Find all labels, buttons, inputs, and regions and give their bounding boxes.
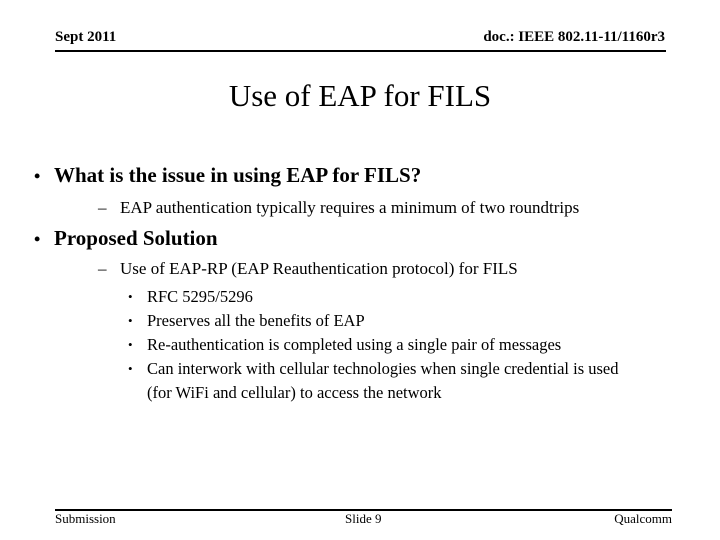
slide-title: Use of EAP for FILS: [228, 78, 492, 113]
footer-submission: Submission: [55, 511, 116, 526]
bullet-level2-eap-rp: – Use of EAP-RP (EAP Reauthentication pro…: [98, 259, 518, 279]
header-divider: [55, 50, 666, 52]
bullet-text: Re-authentication is completed using a s…: [147, 335, 562, 354]
bullet-text: Can interwork with cellular technologies…: [147, 359, 619, 402]
bullet-text: RFC 5295/5296: [147, 287, 253, 306]
bullet-level2-roundtrips: – EAP authentication typically requires a…: [98, 198, 579, 218]
bullet-text: Proposed Solution: [54, 226, 218, 250]
dash-icon: –: [98, 259, 107, 278]
bullet-icon: •: [128, 337, 133, 352]
footer-company: Qualcomm: [614, 511, 672, 526]
header-doc-id: doc.: IEEE 802.11-11/1160r3: [483, 29, 665, 45]
bullet-level1-solution: • Proposed Solution: [34, 226, 218, 251]
bullet-level1-issue: • What is the issue in using EAP for FILS…: [34, 163, 421, 188]
bullet-icon: •: [34, 166, 41, 186]
bullet-icon: •: [128, 361, 133, 376]
bullet-icon: •: [128, 313, 133, 328]
footer-slide-number: Slide 9: [345, 511, 382, 526]
bullet-level3-rfc: • RFC 5295/5296: [128, 285, 628, 309]
bullet-icon: •: [34, 229, 41, 249]
bullet-text: What is the issue in using EAP for FILS?: [54, 163, 422, 187]
bullet-level3-preserves: • Preserves all the benefits of EAP: [128, 309, 628, 333]
bullet-text: Preserves all the benefits of EAP: [147, 311, 365, 330]
bullet-text: Use of EAP-RP (EAP Reauthentication prot…: [120, 259, 518, 278]
header-date: Sept 2011: [55, 29, 117, 45]
bullet-text: EAP authentication typically requires a …: [120, 198, 580, 217]
bullet-level3-interwork: • Can interwork with cellular technologie…: [128, 357, 628, 405]
bullet-icon: •: [128, 289, 133, 304]
dash-icon: –: [98, 198, 107, 217]
bullet-level3-reauth: • Re-authentication is completed using a …: [128, 333, 628, 357]
